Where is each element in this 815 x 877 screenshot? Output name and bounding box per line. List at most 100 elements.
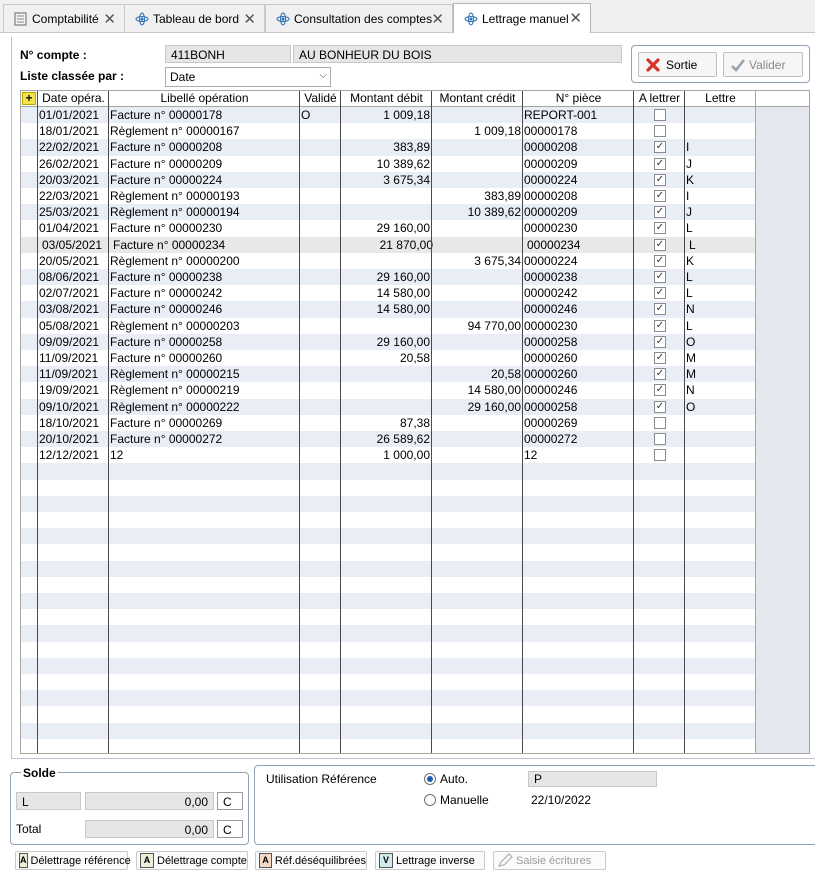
table-row[interactable] — [21, 544, 756, 561]
a-lettrer-checkbox[interactable]: ✓ — [654, 222, 666, 235]
table-row[interactable]: 03/08/2021 Facture n° 00000246 14 580,00 00… — [21, 301, 756, 318]
manuelle-radio[interactable] — [424, 794, 436, 806]
table-row[interactable]: 20/10/2021 Facture n° 00000272 26 589,62 00… — [21, 431, 756, 448]
letter-a-icon: A — [19, 853, 28, 868]
delettrage-compte-button[interactable]: A Délettrage compte — [136, 851, 248, 870]
a-lettrer-checkbox[interactable]: ✓ — [654, 303, 666, 316]
col-date[interactable]: Date opéra. — [38, 91, 109, 106]
a-lettrer-checkbox[interactable]: ✓ — [654, 400, 666, 413]
table-row[interactable]: 19/09/2021 Règlement n° 00000219 14 580,00… — [21, 382, 756, 399]
col-piece[interactable]: N° pièce — [523, 91, 634, 106]
a-lettrer-checkbox[interactable]: ✓ — [654, 368, 666, 381]
table-row[interactable] — [21, 576, 756, 593]
a-lettrer-checkbox[interactable] — [654, 433, 666, 445]
cell-lettre — [686, 107, 754, 123]
sortie-button[interactable]: Sortie — [638, 52, 717, 77]
a-lettrer-checkbox[interactable]: ✓ — [654, 271, 666, 283]
a-lettrer-checkbox[interactable]: ✓ — [654, 206, 666, 219]
a-lettrer-checkbox[interactable]: ✓ — [654, 335, 666, 348]
table-row[interactable] — [21, 528, 756, 545]
tab-comptabilite[interactable]: Comptabilité ✕ — [3, 4, 125, 32]
cell-valide — [301, 366, 339, 382]
tab-lettrage-manuel[interactable]: Lettrage manuel ✕ — [453, 3, 591, 33]
table-row[interactable] — [21, 657, 756, 674]
close-icon[interactable]: ✕ — [103, 10, 116, 28]
saisie-ecritures-button[interactable]: Saisie écritures — [493, 851, 606, 870]
col-valide[interactable]: Validé — [300, 91, 341, 106]
table-row[interactable] — [21, 560, 756, 577]
valider-button[interactable]: Valider — [723, 52, 803, 77]
table-row[interactable]: 22/03/2021 Règlement n° 00000193 383,89 000… — [21, 188, 756, 205]
tri-select[interactable]: Date ⌵ — [165, 67, 331, 87]
table-row[interactable]: 01/04/2021 Facture n° 00000230 29 160,00 00… — [21, 220, 756, 237]
table-row[interactable]: 02/07/2021 Facture n° 00000242 14 580,00 00… — [21, 285, 756, 302]
add-column-icon[interactable]: + — [22, 92, 36, 105]
table-row[interactable] — [21, 593, 756, 610]
table-row[interactable]: 09/10/2021 Règlement n° 00000222 29 160,00… — [21, 398, 756, 415]
solde-line-label: L — [16, 792, 81, 810]
table-row[interactable] — [21, 674, 756, 691]
tab-tableau-de-bord[interactable]: Tableau de bord ✕ — [124, 4, 265, 32]
delettrage-reference-button[interactable]: A Délettrage référence — [15, 851, 131, 870]
a-lettrer-checkbox[interactable]: ✓ — [654, 173, 666, 186]
ref-desequilibrees-button[interactable]: A Réf.déséquilibrées — [255, 851, 367, 870]
table-row[interactable] — [21, 609, 756, 626]
col-a-lettrer[interactable]: A lettrer — [634, 91, 685, 106]
table-row[interactable]: 20/03/2021 Facture n° 00000224 3 675,34 000… — [21, 171, 756, 188]
tab-label: Comptabilité — [32, 11, 99, 26]
table-row[interactable] — [21, 722, 756, 739]
table-row[interactable]: 12/12/2021 12 1 000,00 12 — [21, 447, 756, 464]
table-row[interactable] — [21, 706, 756, 723]
close-icon[interactable]: ✕ — [431, 10, 444, 28]
lettrage-inverse-button[interactable]: V Lettrage inverse — [375, 851, 485, 870]
table-row[interactable] — [21, 690, 756, 707]
table-row[interactable] — [21, 738, 756, 753]
table-row[interactable]: 18/01/2021 Règlement n° 00000167 1 009,18 0… — [21, 123, 756, 140]
col-lettre[interactable]: Lettre — [685, 91, 756, 106]
table-row[interactable] — [21, 641, 756, 658]
a-lettrer-checkbox[interactable]: ✓ — [654, 157, 666, 170]
table-row[interactable] — [21, 479, 756, 496]
tab-consultation-des-comptes[interactable]: Consultation des comptes ✕ — [265, 4, 453, 32]
close-icon[interactable]: ✕ — [243, 10, 256, 28]
col-debit[interactable]: Montant débit — [341, 91, 432, 106]
a-lettrer-checkbox[interactable]: ✓ — [654, 141, 666, 154]
table-row[interactable]: 11/09/2021 Règlement n° 00000215 20,58 0000… — [21, 366, 756, 383]
table-row[interactable] — [21, 495, 756, 512]
table-row[interactable]: 20/05/2021 Règlement n° 00000200 3 675,34 0… — [21, 252, 756, 269]
table-row[interactable]: 11/09/2021 Facture n° 00000260 20,58 000002… — [21, 350, 756, 367]
table-row[interactable]: 05/08/2021 Règlement n° 00000203 94 770,00… — [21, 317, 756, 334]
auto-radio[interactable] — [424, 773, 436, 785]
auto-value-field[interactable]: P — [528, 771, 657, 787]
a-lettrer-checkbox[interactable]: ✓ — [654, 287, 666, 300]
table-row[interactable]: 18/10/2021 Facture n° 00000269 87,38 000002… — [21, 414, 756, 431]
ledger-icon — [14, 12, 27, 26]
table-row[interactable]: 22/02/2021 Facture n° 00000208 383,89 00000… — [21, 139, 756, 156]
col-libelle[interactable]: Libellé opération — [109, 91, 300, 106]
compte-code-field[interactable]: 411BONH — [165, 45, 291, 63]
a-lettrer-checkbox[interactable]: ✓ — [654, 352, 666, 364]
table-row[interactable] — [21, 625, 756, 642]
a-lettrer-checkbox[interactable]: ✓ — [654, 254, 666, 267]
table-row[interactable] — [21, 463, 756, 480]
cell-libelle: Règlement n° 00000200 — [110, 253, 240, 268]
table-row[interactable]: 25/03/2021 Règlement n° 00000194 10 389,62… — [21, 204, 756, 221]
a-lettrer-checkbox[interactable]: ✓ — [654, 384, 666, 397]
table-row[interactable]: 03/05/2021 Facture n° 00000234 21 870,00 00… — [21, 236, 756, 253]
a-lettrer-checkbox[interactable]: ✓ — [654, 238, 666, 251]
a-lettrer-checkbox[interactable]: ✓ — [654, 190, 666, 202]
close-icon[interactable]: ✕ — [569, 9, 582, 27]
table-row[interactable]: 01/01/2021 Facture n° 00000178 O 1 009,18 RE… — [21, 107, 756, 124]
a-lettrer-checkbox[interactable]: ✓ — [654, 319, 666, 332]
a-lettrer-checkbox[interactable] — [654, 125, 666, 138]
table-row[interactable] — [21, 512, 756, 529]
cell-debit — [342, 253, 430, 269]
a-lettrer-checkbox[interactable] — [654, 416, 666, 429]
col-credit[interactable]: Montant crédit — [432, 91, 523, 106]
cell-libelle: 12 — [110, 448, 124, 463]
a-lettrer-checkbox[interactable] — [654, 449, 666, 462]
a-lettrer-checkbox[interactable] — [654, 109, 666, 121]
table-row[interactable]: 26/02/2021 Facture n° 00000209 10 389,62 00… — [21, 155, 756, 172]
table-row[interactable]: 08/06/2021 Facture n° 00000238 29 160,00 00… — [21, 269, 756, 286]
table-row[interactable]: 09/09/2021 Facture n° 00000258 29 160,00 00… — [21, 333, 756, 350]
